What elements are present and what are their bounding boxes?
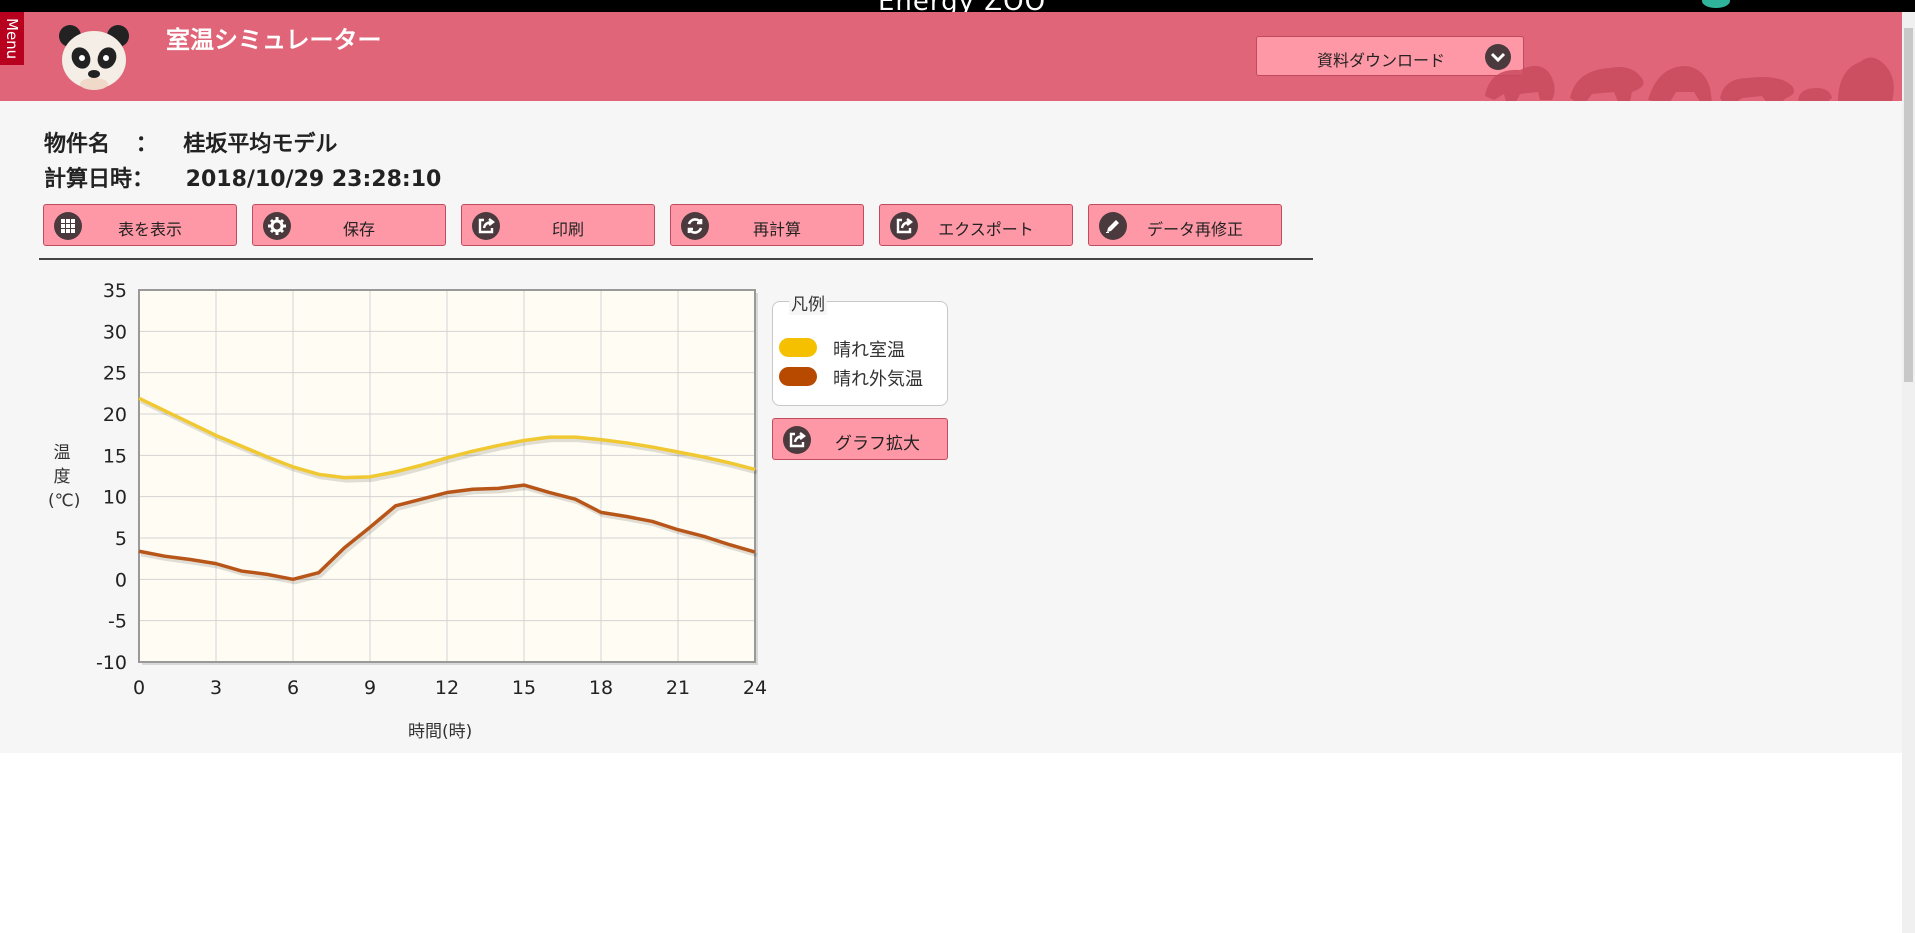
- x-axis-label: 時間(時): [408, 722, 473, 742]
- x-tick-label: 24: [743, 677, 767, 699]
- x-tick-label: 12: [435, 677, 459, 699]
- y-tick-label: 20: [103, 404, 127, 426]
- legend-title: 凡例: [789, 290, 827, 315]
- legend-label: 晴れ外気温: [833, 369, 923, 390]
- y-tick-label: 15: [103, 445, 127, 467]
- enlarge-graph-label: グラフ拡大: [835, 434, 920, 454]
- x-tick-label: 18: [589, 677, 613, 699]
- y-tick-label: 30: [103, 321, 127, 343]
- x-tick-label: 21: [666, 677, 690, 699]
- x-tick-label: 3: [210, 677, 222, 699]
- enlarge-graph-button[interactable]: グラフ拡大: [772, 418, 948, 460]
- y-tick-label: -10: [96, 652, 127, 674]
- legend-label: 晴れ室温: [833, 340, 905, 361]
- y-tick-label: 5: [115, 528, 127, 550]
- x-tick-label: 0: [133, 677, 145, 699]
- temperature-chart: 35 30 25 20 15 10 5 0 -5 -10 0 3 6 9 12 15 18 21 24: [96, 280, 767, 699]
- share-icon: [783, 426, 811, 454]
- legend: 凡例 晴れ室温 晴れ外気温: [772, 290, 948, 406]
- legend-swatch: [779, 367, 817, 386]
- y-tick-label: 0: [115, 569, 127, 591]
- y-axis-label: 温度 (℃): [48, 443, 81, 511]
- y-tick-label: 10: [103, 487, 127, 509]
- y-tick-label: 25: [103, 363, 127, 385]
- x-tick-label: 9: [364, 677, 376, 699]
- x-tick-label: 15: [512, 677, 536, 699]
- y-tick-label: 35: [103, 280, 127, 302]
- y-tick-label: -5: [108, 611, 127, 633]
- legend-swatch: [779, 338, 817, 357]
- x-tick-label: 6: [287, 677, 299, 699]
